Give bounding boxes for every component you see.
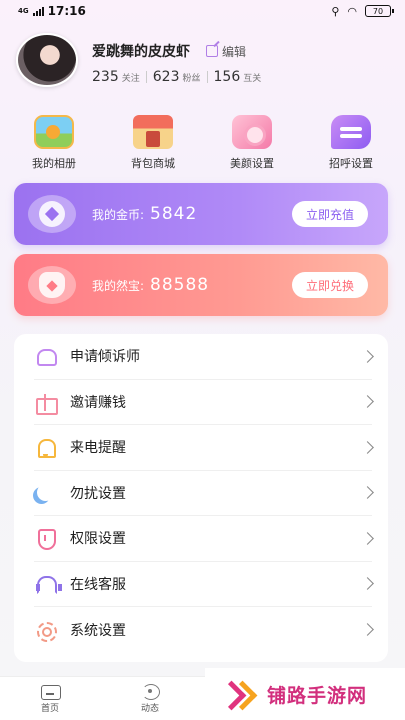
wifi-icon: ◠ — [347, 4, 357, 18]
treasure-bag-icon — [28, 266, 76, 304]
moon-icon — [34, 482, 56, 504]
edit-profile-button[interactable]: 编辑 — [206, 43, 246, 60]
edit-label: 编辑 — [222, 44, 247, 59]
avatar[interactable] — [16, 33, 78, 87]
stat-following[interactable]: 235 关注 — [92, 69, 140, 85]
shield-icon — [34, 527, 56, 551]
menu-item-customer-service[interactable]: 在线客服 — [34, 562, 374, 607]
location-icon: ⚲ — [331, 4, 340, 18]
beauty-icon — [232, 115, 272, 149]
tab-home[interactable]: 首页 — [0, 683, 100, 714]
tab-feed[interactable]: 动态 — [100, 683, 200, 714]
treasure-label: 我的然宝: — [92, 278, 145, 293]
menu-item-apply-listener[interactable]: 申请倾诉师 — [34, 334, 374, 380]
menu-item-invite-earn[interactable]: 邀请赚钱 — [34, 380, 374, 425]
coins-label: 我的金币: — [92, 207, 145, 222]
chevron-right-icon — [361, 623, 374, 637]
chevron-right-icon — [361, 349, 374, 363]
quick-beauty[interactable]: 美颜设置 — [210, 115, 294, 171]
settings-menu: 申请倾诉师 邀请赚钱 来电提醒 勿扰设置 权限设置 在线客服 系统设置 — [14, 334, 388, 662]
headset-icon — [34, 573, 62, 595]
profile-stats: 235 关注 623 粉丝 156 互关 — [92, 69, 267, 85]
coins-value: 5842 — [150, 204, 198, 224]
chevron-right-icon — [361, 486, 374, 500]
shop-icon — [133, 115, 173, 149]
feed-icon — [140, 683, 160, 700]
stat-mutual[interactable]: 156 互关 — [214, 69, 262, 85]
quick-shop[interactable]: 背包商城 — [111, 115, 195, 171]
quick-album[interactable]: 我的相册 — [12, 115, 96, 171]
chevron-right-icon — [361, 577, 374, 591]
heart-icon — [34, 345, 56, 367]
menu-item-call-reminder[interactable]: 来电提醒 — [34, 425, 374, 471]
quick-greeting[interactable]: 招呼设置 — [309, 115, 393, 171]
clock: 17:16 — [47, 4, 86, 18]
watermark: 铺路手游网 — [205, 668, 405, 720]
quick-actions: 我的相册 背包商城 美颜设置 招呼设置 — [12, 115, 393, 171]
watermark-logo-icon — [219, 679, 255, 709]
bell-icon — [34, 436, 56, 459]
battery-icon: 70 — [365, 5, 394, 17]
album-icon — [34, 115, 74, 149]
gear-icon — [34, 619, 57, 642]
redeem-button[interactable]: 立即兑换 — [291, 272, 368, 298]
menu-item-permissions[interactable]: 权限设置 — [34, 516, 374, 562]
user-name: 爱跳舞的皮皮虾 — [92, 44, 190, 60]
menu-item-system-settings[interactable]: 系统设置 — [34, 607, 374, 653]
edit-icon — [206, 45, 218, 57]
menu-item-do-not-disturb[interactable]: 勿扰设置 — [34, 471, 374, 516]
home-icon — [40, 683, 61, 700]
battery-level: 70 — [372, 6, 384, 16]
network-type: 4G — [18, 7, 29, 15]
watermark-text: 铺路手游网 — [267, 684, 368, 707]
chevron-right-icon — [361, 395, 374, 409]
treasure-card: 我的然宝: 88588 立即兑换 — [14, 254, 388, 316]
divider — [206, 71, 208, 83]
profile-header: 爱跳舞的皮皮虾 编辑 235 关注 623 粉丝 156 互关 — [16, 33, 267, 87]
status-bar: 4G 17:16 ⚲ ◠ 70 — [0, 0, 405, 22]
stat-followers[interactable]: 623 粉丝 — [153, 69, 201, 85]
divider — [145, 71, 147, 83]
greeting-icon — [331, 115, 371, 149]
chevron-right-icon — [361, 440, 374, 454]
recharge-button[interactable]: 立即充值 — [291, 201, 368, 227]
chevron-right-icon — [361, 531, 374, 545]
coin-icon — [28, 195, 76, 233]
coins-card: 我的金币: 5842 立即充值 — [14, 183, 388, 245]
gift-icon — [34, 391, 58, 415]
signal-icon — [32, 6, 44, 16]
treasure-value: 88588 — [150, 275, 210, 295]
